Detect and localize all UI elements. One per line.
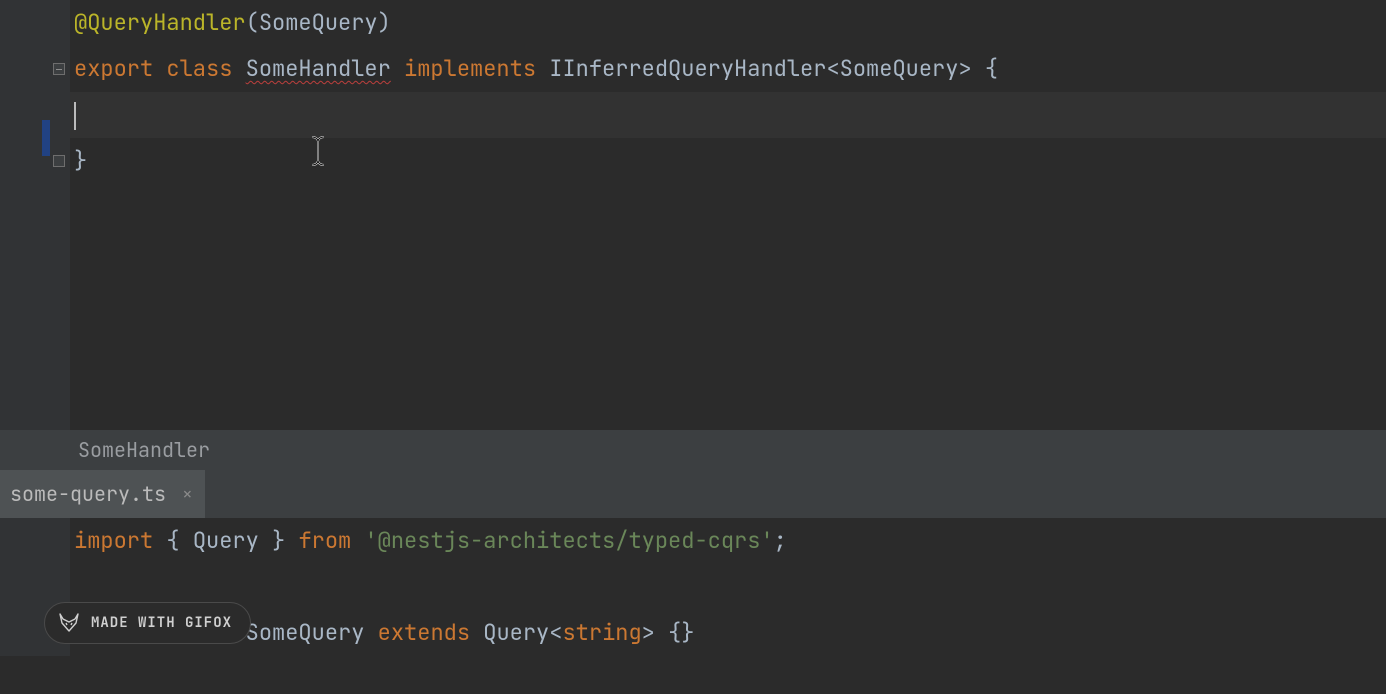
- generic-token: string: [562, 618, 641, 647]
- string-token: '@nestjs-architects/typed-cqrs': [364, 526, 773, 555]
- code-line[interactable]: export class SomeHandler implements IInf…: [70, 46, 1386, 92]
- import-name: Query: [193, 526, 259, 555]
- semi-token: ;: [774, 526, 787, 555]
- gutter-top: [0, 0, 70, 430]
- from-keyword: from: [298, 526, 351, 555]
- gifox-badge[interactable]: MADE WITH GIFOX: [44, 602, 251, 644]
- super-token: Query: [483, 618, 549, 647]
- brace-close: }: [259, 526, 299, 555]
- class-name-token: SomeHandler: [246, 54, 391, 83]
- tab-bar: some-query.ts ×: [0, 470, 1386, 518]
- generic-token: SomeQuery: [840, 54, 959, 83]
- code-line[interactable]: import { Query } from '@nestjs-architect…: [70, 518, 1386, 564]
- fold-end-icon[interactable]: [52, 154, 66, 168]
- class-keyword: class: [166, 54, 232, 83]
- brace-token: {: [972, 54, 998, 83]
- arg-token: SomeQuery: [259, 8, 378, 37]
- code-line-current[interactable]: [70, 92, 1386, 138]
- code-line[interactable]: @QueryHandler(SomeQuery): [70, 0, 1386, 46]
- code-line[interactable]: }: [70, 138, 1386, 184]
- braces-token: {}: [655, 618, 695, 647]
- code-line-empty[interactable]: [70, 564, 1386, 610]
- brace-close-token: }: [74, 146, 87, 175]
- close-icon[interactable]: ×: [182, 483, 193, 506]
- tab-some-query[interactable]: some-query.ts ×: [0, 470, 205, 518]
- gt-token: >: [958, 54, 971, 83]
- caret: [74, 102, 76, 130]
- gifox-label: MADE WITH GIFOX: [91, 614, 232, 632]
- gt-token: >: [642, 618, 655, 647]
- interface-token: IInferredQueryHandler: [549, 54, 826, 83]
- class-name-token: SomeQuery: [246, 618, 365, 647]
- selection-marker: [42, 120, 50, 156]
- extends-keyword: extends: [378, 618, 470, 647]
- decorator-token: @QueryHandler: [74, 8, 246, 37]
- code-area-top[interactable]: @QueryHandler(SomeQuery) export class So…: [70, 0, 1386, 430]
- breadcrumb-item[interactable]: SomeHandler: [78, 437, 210, 463]
- brace-open: {: [153, 526, 193, 555]
- implements-keyword: implements: [404, 54, 536, 83]
- lt-token: <: [549, 618, 562, 647]
- export-keyword: export: [74, 54, 153, 83]
- code-area-bottom[interactable]: import { Query } from '@nestjs-architect…: [70, 518, 1386, 656]
- code-line[interactable]: export class SomeQuery extends Query<str…: [70, 610, 1386, 656]
- tab-label: some-query.ts: [10, 481, 166, 507]
- fold-minus-icon[interactable]: [52, 62, 66, 76]
- paren-open: (: [246, 8, 259, 37]
- editor-top-pane[interactable]: @QueryHandler(SomeQuery) export class So…: [0, 0, 1386, 430]
- breadcrumb-bar[interactable]: SomeHandler: [0, 430, 1386, 470]
- paren-close: ): [378, 8, 391, 37]
- import-keyword: import: [74, 526, 153, 555]
- lt-token: <: [826, 54, 839, 83]
- gifox-fox-icon: [57, 611, 81, 635]
